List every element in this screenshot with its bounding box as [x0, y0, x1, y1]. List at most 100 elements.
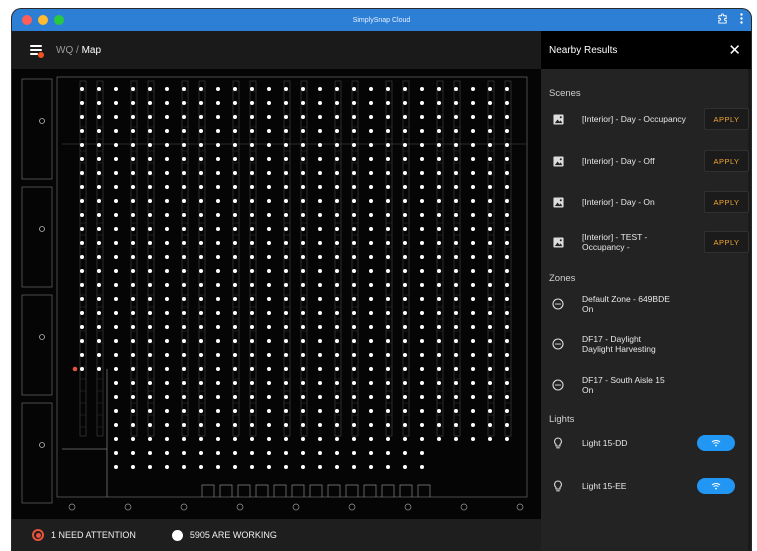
light-fixture[interactable]	[301, 283, 305, 287]
light-fixture[interactable]	[386, 437, 390, 441]
light-fixture[interactable]	[114, 339, 118, 343]
light-fixture[interactable]	[148, 353, 152, 357]
light-fixture[interactable]	[369, 437, 373, 441]
light-fixture[interactable]	[471, 437, 475, 441]
light-fixture[interactable]	[403, 101, 407, 105]
light-fixture[interactable]	[216, 255, 220, 259]
light-fixture[interactable]	[454, 101, 458, 105]
light-fixture[interactable]	[233, 143, 237, 147]
light-fixture[interactable]	[420, 353, 424, 357]
light-fixture[interactable]	[97, 115, 101, 119]
zone-row[interactable]: DF17 - South Aisle 15 On	[541, 373, 751, 397]
light-fixture[interactable]	[386, 185, 390, 189]
light-fixture[interactable]	[403, 143, 407, 147]
light-fixture[interactable]	[369, 451, 373, 455]
light-fixture[interactable]	[250, 311, 254, 315]
light-fixture[interactable]	[369, 283, 373, 287]
light-fixture[interactable]	[131, 87, 135, 91]
light-fixture[interactable]	[352, 255, 356, 259]
light-fixture[interactable]	[505, 297, 509, 301]
light-fixture[interactable]	[420, 339, 424, 343]
light-fixture[interactable]	[199, 101, 203, 105]
light-fixture[interactable]	[318, 325, 322, 329]
light-fixture[interactable]	[267, 115, 271, 119]
attention-light[interactable]	[72, 366, 78, 372]
light-fixture[interactable]	[114, 395, 118, 399]
light-fixture[interactable]	[114, 101, 118, 105]
light-fixture[interactable]	[284, 101, 288, 105]
light-fixture[interactable]	[165, 311, 169, 315]
light-fixture[interactable]	[335, 115, 339, 119]
light-fixture[interactable]	[420, 157, 424, 161]
light-fixture[interactable]	[301, 325, 305, 329]
light-fixture[interactable]	[284, 311, 288, 315]
light-fixture[interactable]	[318, 311, 322, 315]
light-fixture[interactable]	[199, 339, 203, 343]
light-fixture[interactable]	[233, 101, 237, 105]
light-fixture[interactable]	[114, 451, 118, 455]
light-fixture[interactable]	[301, 367, 305, 371]
light-fixture[interactable]	[148, 255, 152, 259]
light-fixture[interactable]	[182, 269, 186, 273]
light-fixture[interactable]	[437, 311, 441, 315]
light-fixture[interactable]	[454, 185, 458, 189]
menu-button[interactable]	[30, 44, 44, 58]
light-fixture[interactable]	[267, 143, 271, 147]
light-fixture[interactable]	[284, 297, 288, 301]
light-fixture[interactable]	[165, 241, 169, 245]
close-window-button[interactable]	[22, 15, 32, 25]
light-fixture[interactable]	[505, 227, 509, 231]
light-fixture[interactable]	[131, 381, 135, 385]
light-fixture[interactable]	[454, 213, 458, 217]
light-fixture[interactable]	[216, 339, 220, 343]
light-fixture[interactable]	[182, 395, 186, 399]
light-fixture[interactable]	[335, 255, 339, 259]
light-fixture[interactable]	[97, 157, 101, 161]
light-fixture[interactable]	[386, 115, 390, 119]
light-fixture[interactable]	[267, 227, 271, 231]
light-fixture[interactable]	[80, 171, 84, 175]
light-fixture[interactable]	[284, 367, 288, 371]
light-fixture[interactable]	[131, 367, 135, 371]
light-fixture[interactable]	[80, 199, 84, 203]
light-fixture[interactable]	[318, 157, 322, 161]
light-fixture[interactable]	[284, 381, 288, 385]
light-fixture[interactable]	[403, 465, 407, 469]
light-fixture[interactable]	[318, 409, 322, 413]
light-fixture[interactable]	[267, 87, 271, 91]
light-fixture[interactable]	[267, 185, 271, 189]
light-fixture[interactable]	[386, 129, 390, 133]
light-fixture[interactable]	[131, 353, 135, 357]
light-fixture[interactable]	[437, 395, 441, 399]
light-fixture[interactable]	[267, 269, 271, 273]
light-fixture[interactable]	[250, 255, 254, 259]
light-fixture[interactable]	[148, 185, 152, 189]
light-fixture[interactable]	[352, 115, 356, 119]
light-fixture[interactable]	[369, 423, 373, 427]
light-fixture[interactable]	[131, 311, 135, 315]
light-fixture[interactable]	[148, 325, 152, 329]
light-fixture[interactable]	[369, 101, 373, 105]
light-fixture[interactable]	[233, 409, 237, 413]
scene-row[interactable]: [Interior] - Day - On APPLY	[541, 189, 751, 215]
light-fixture[interactable]	[386, 87, 390, 91]
light-fixture[interactable]	[284, 437, 288, 441]
light-fixture[interactable]	[80, 283, 84, 287]
light-fixture[interactable]	[182, 185, 186, 189]
light-fixture[interactable]	[199, 213, 203, 217]
light-fixture[interactable]	[437, 143, 441, 147]
light-fixture[interactable]	[386, 213, 390, 217]
light-fixture[interactable]	[488, 101, 492, 105]
light-fixture[interactable]	[97, 101, 101, 105]
light-fixture[interactable]	[335, 465, 339, 469]
light-fixture[interactable]	[352, 241, 356, 245]
light-fixture[interactable]	[148, 311, 152, 315]
light-fixture[interactable]	[318, 185, 322, 189]
light-fixture[interactable]	[437, 283, 441, 287]
light-fixture[interactable]	[267, 381, 271, 385]
light-fixture[interactable]	[284, 465, 288, 469]
light-fixture[interactable]	[318, 269, 322, 273]
light-fixture[interactable]	[403, 339, 407, 343]
light-fixture[interactable]	[182, 129, 186, 133]
light-fixture[interactable]	[454, 269, 458, 273]
